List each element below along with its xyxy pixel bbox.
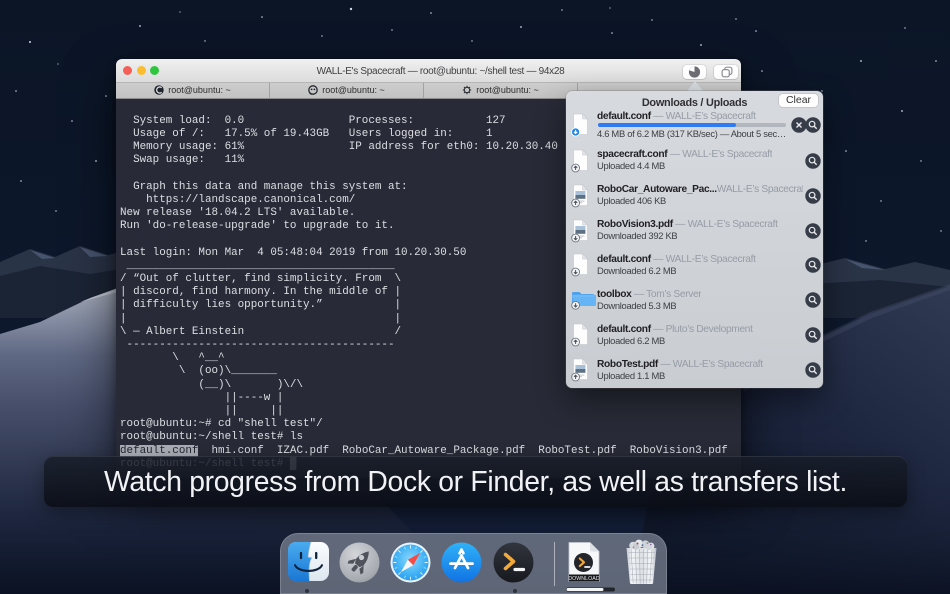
svg-text:DOWNLOAD: DOWNLOAD — [568, 576, 600, 582]
